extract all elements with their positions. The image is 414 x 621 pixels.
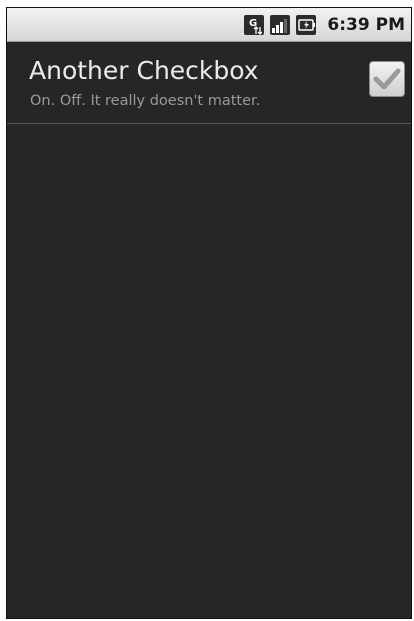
status-icons: G 6:39 PM <box>243 8 405 42</box>
network-type-icon: G <box>244 15 265 35</box>
signal-strength-icon <box>270 15 291 35</box>
checkbox-preference-row[interactable]: Another Checkbox On. Off. It really does… <box>7 42 411 124</box>
status-clock: 6:39 PM <box>327 15 405 35</box>
status-bar: G 6:39 PM <box>7 8 411 42</box>
empty-content-area <box>7 124 411 618</box>
preference-checkbox[interactable] <box>369 61 405 97</box>
battery-icon <box>296 15 317 35</box>
preference-summary: On. Off. It really doesn't matter. <box>30 93 261 109</box>
checkmark-icon <box>373 68 401 90</box>
device-screen: G 6:39 PM Another Checkbox On. Off. It r <box>6 7 412 619</box>
preference-title: Another Checkbox <box>29 56 259 85</box>
